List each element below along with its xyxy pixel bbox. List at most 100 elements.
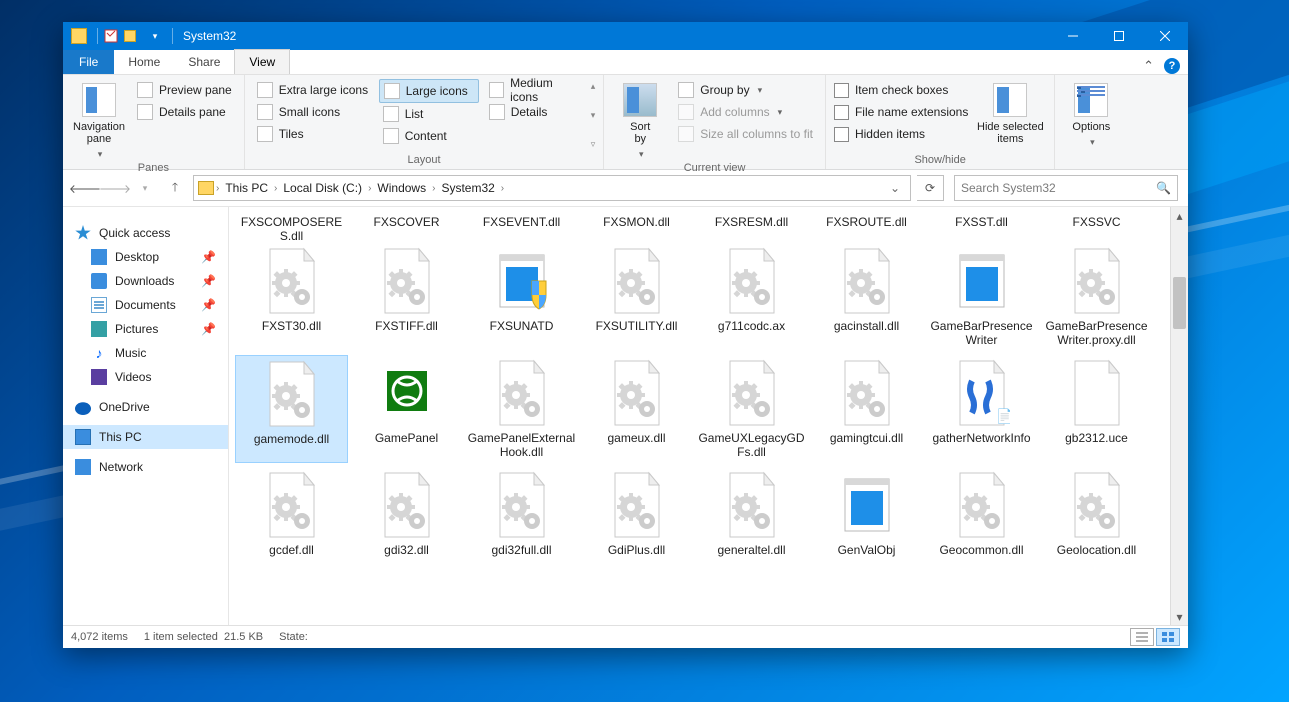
breadcrumb-segment[interactable]: Local Disk (C:) [279, 181, 366, 195]
sidebar-documents[interactable]: Documents📌 [63, 293, 228, 317]
qat-customize-icon[interactable]: ▾ [146, 27, 164, 45]
chevron-right-icon[interactable]: › [499, 183, 506, 194]
view-details-button[interactable]: Details [485, 101, 585, 123]
sidebar-network[interactable]: Network [63, 455, 228, 479]
maximize-button[interactable] [1096, 22, 1142, 50]
details-pane-button[interactable]: Details pane [133, 101, 236, 123]
file-item[interactable]: FXSSVC [1040, 211, 1153, 239]
file-item[interactable]: FXSEVENT.dll [465, 211, 578, 239]
sort-by-button[interactable]: Sort by ▾ [612, 79, 668, 160]
chevron-right-icon[interactable]: › [430, 183, 437, 194]
file-item[interactable]: GameUXLegacyGDFs.dll [695, 355, 808, 463]
sidebar-videos[interactable]: Videos [63, 365, 228, 389]
hide-selected-button[interactable]: Hide selected items [974, 79, 1046, 152]
file-item[interactable]: FXSROUTE.dll [810, 211, 923, 239]
titlebar[interactable]: ▾ System32 [63, 22, 1188, 50]
up-button[interactable]: 🡑 [163, 176, 187, 200]
layout-scroll-down-icon[interactable]: ▾ [591, 110, 596, 121]
file-item[interactable]: gamemode.dll [235, 355, 348, 463]
chevron-right-icon[interactable]: › [366, 183, 373, 194]
file-item[interactable]: gacinstall.dll [810, 243, 923, 351]
tab-view[interactable]: View [234, 49, 290, 74]
layout-more-icon[interactable]: ▿ [591, 139, 596, 150]
help-icon[interactable]: ? [1164, 58, 1180, 74]
view-large-button[interactable]: Large icons [379, 79, 479, 103]
file-item[interactable]: GdiPlus.dll [580, 467, 693, 561]
file-item[interactable]: GenValObj [810, 467, 923, 561]
file-item[interactable]: FXSCOVER [350, 211, 463, 239]
group-by-button[interactable]: Group by▾ [674, 79, 817, 101]
file-item[interactable]: GameBarPresenceWriter [925, 243, 1038, 351]
file-item[interactable]: gdi32.dll [350, 467, 463, 561]
nav-sidebar[interactable]: Quick access Desktop📌 Downloads📌 Documen… [63, 207, 229, 625]
file-extensions-toggle[interactable]: File name extensions [834, 101, 968, 123]
file-item[interactable]: FXSST.dll [925, 211, 1038, 239]
navigation-pane-button[interactable]: Navigation pane ▾ [71, 79, 127, 160]
sidebar-desktop[interactable]: Desktop📌 [63, 245, 228, 269]
recent-locations-button[interactable]: ▾ [133, 176, 157, 200]
chevron-right-icon[interactable]: › [272, 183, 279, 194]
tab-home[interactable]: Home [114, 50, 174, 74]
scroll-thumb[interactable] [1173, 277, 1186, 329]
tab-file[interactable]: File [63, 50, 114, 74]
file-item[interactable]: FXST30.dll [235, 243, 348, 351]
file-item[interactable]: FXSMON.dll [580, 211, 693, 239]
file-item[interactable]: Geolocation.dll [1040, 467, 1153, 561]
file-pane[interactable]: FXSCOMPOSERES.dllFXSCOVERFXSEVENT.dllFXS… [229, 207, 1188, 625]
view-list-button[interactable]: List [379, 103, 479, 125]
file-item[interactable]: FXSCOMPOSERES.dll [235, 211, 348, 239]
file-item[interactable]: GamePanelExternalHook.dll [465, 355, 578, 463]
sidebar-onedrive[interactable]: OneDrive [63, 395, 228, 419]
layout-scroll-up-icon[interactable]: ▴ [591, 81, 596, 92]
search-input[interactable]: Search System32 🔍 [954, 175, 1178, 201]
sidebar-pictures[interactable]: Pictures📌 [63, 317, 228, 341]
vertical-scrollbar[interactable]: ▴ ▾ [1170, 207, 1188, 625]
view-tiles-button[interactable]: Tiles [253, 123, 373, 145]
icons-view-button[interactable] [1156, 628, 1180, 646]
file-item[interactable]: GameBarPresenceWriter.proxy.dll [1040, 243, 1153, 351]
view-medium-button[interactable]: Medium icons [485, 79, 585, 101]
close-button[interactable] [1142, 22, 1188, 50]
details-view-button[interactable] [1130, 628, 1154, 646]
scroll-down-icon[interactable]: ▾ [1171, 608, 1188, 625]
minimize-button[interactable] [1050, 22, 1096, 50]
breadcrumb-segment[interactable]: System32 [437, 181, 498, 195]
preview-pane-button[interactable]: Preview pane [133, 79, 236, 101]
view-extra-large-button[interactable]: Extra large icons [253, 79, 373, 101]
view-content-button[interactable]: Content [379, 125, 479, 147]
file-item[interactable]: FXSRESM.dll [695, 211, 808, 239]
view-small-button[interactable]: Small icons [253, 101, 373, 123]
file-item[interactable]: 📄gatherNetworkInfo [925, 355, 1038, 463]
qat-properties-icon[interactable] [102, 27, 120, 45]
file-item[interactable]: FXSUNATD [465, 243, 578, 351]
item-checkboxes-toggle[interactable]: Item check boxes [834, 79, 968, 101]
file-item[interactable]: gcdef.dll [235, 467, 348, 561]
file-item[interactable]: Geocommon.dll [925, 467, 1038, 561]
options-button[interactable]: Options ▾ [1063, 79, 1119, 152]
forward-button[interactable]: 🡒 [103, 176, 127, 200]
address-bar[interactable]: › This PC›Local Disk (C:)›Windows›System… [193, 175, 911, 201]
file-item[interactable]: generaltel.dll [695, 467, 808, 561]
scroll-up-icon[interactable]: ▴ [1171, 207, 1188, 224]
hidden-items-toggle[interactable]: Hidden items [834, 123, 968, 145]
sidebar-music[interactable]: ♪Music [63, 341, 228, 365]
file-item[interactable]: gdi32full.dll [465, 467, 578, 561]
back-button[interactable]: 🡐 [73, 176, 97, 200]
file-item[interactable]: g711codc.ax [695, 243, 808, 351]
refresh-button[interactable]: ⟳ [917, 175, 944, 201]
qat-newfolder-icon[interactable] [124, 27, 142, 45]
sidebar-this-pc[interactable]: This PC [63, 425, 228, 449]
file-item[interactable]: FXSTIFF.dll [350, 243, 463, 351]
file-item[interactable]: gb2312.uce [1040, 355, 1153, 463]
file-item[interactable]: gamingtcui.dll [810, 355, 923, 463]
breadcrumb-segment[interactable]: Windows [373, 181, 430, 195]
collapse-ribbon-icon[interactable]: ⌃ [1143, 58, 1154, 74]
breadcrumb-segment[interactable]: This PC [221, 181, 272, 195]
tab-share[interactable]: Share [174, 50, 234, 74]
address-dropdown-icon[interactable]: ⌄ [884, 181, 906, 195]
file-item[interactable]: GamePanel [350, 355, 463, 463]
file-item[interactable]: FXSUTILITY.dll [580, 243, 693, 351]
sidebar-downloads[interactable]: Downloads📌 [63, 269, 228, 293]
file-item[interactable]: gameux.dll [580, 355, 693, 463]
sidebar-quick-access[interactable]: Quick access [63, 221, 228, 245]
